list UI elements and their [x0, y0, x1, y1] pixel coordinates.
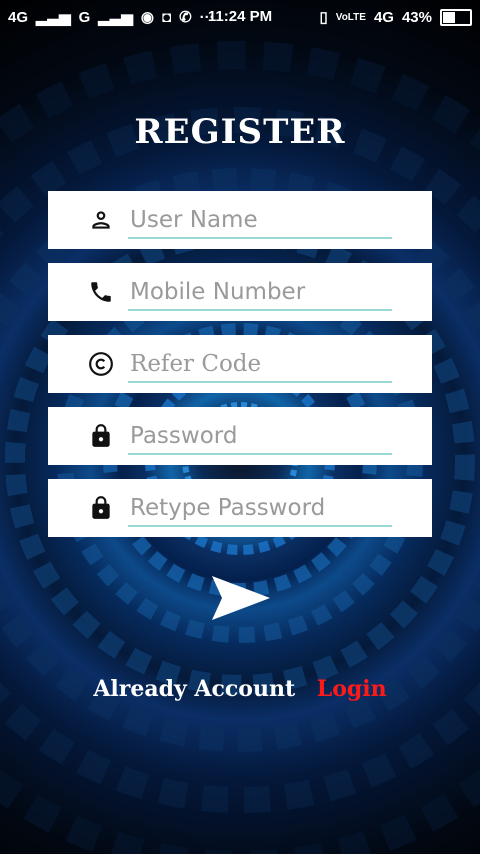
send-icon [212, 576, 270, 620]
lock-icon [92, 424, 110, 447]
status-bar: 4G ▂▃▅ G ▂▃▅ ◉ ◘ ✆ ··· 11:24 PM ▯ VoLTE … [0, 0, 480, 34]
refer-code-field [48, 335, 432, 393]
phone-icon [91, 282, 111, 302]
already-account-label: Already Account [93, 676, 296, 702]
password-input[interactable] [128, 419, 392, 455]
vibrate-icon: ▯ [319, 9, 328, 26]
retype-password-field [48, 479, 432, 537]
username-input[interactable] [128, 203, 392, 239]
login-link[interactable]: Login [317, 676, 387, 702]
refer-code-input[interactable] [128, 347, 392, 383]
mobile-input[interactable] [128, 275, 392, 311]
network-label: 4G [373, 8, 394, 26]
footer: Already Account Login [0, 676, 480, 702]
username-field [48, 191, 432, 249]
mobile-field [48, 263, 432, 321]
retype-password-input[interactable] [128, 491, 392, 527]
copyright-icon [89, 352, 113, 376]
lock-icon [92, 496, 110, 519]
submit-button[interactable] [208, 572, 274, 624]
volte-icon: VoLTE [335, 11, 366, 23]
battery-icon [440, 8, 472, 26]
person-icon [92, 211, 110, 229]
status-right: ▯ VoLTE 4G 43% [319, 8, 472, 26]
battery-percent: 43% [401, 8, 432, 26]
password-field [48, 407, 432, 465]
page-title: REGISTER [134, 112, 346, 152]
